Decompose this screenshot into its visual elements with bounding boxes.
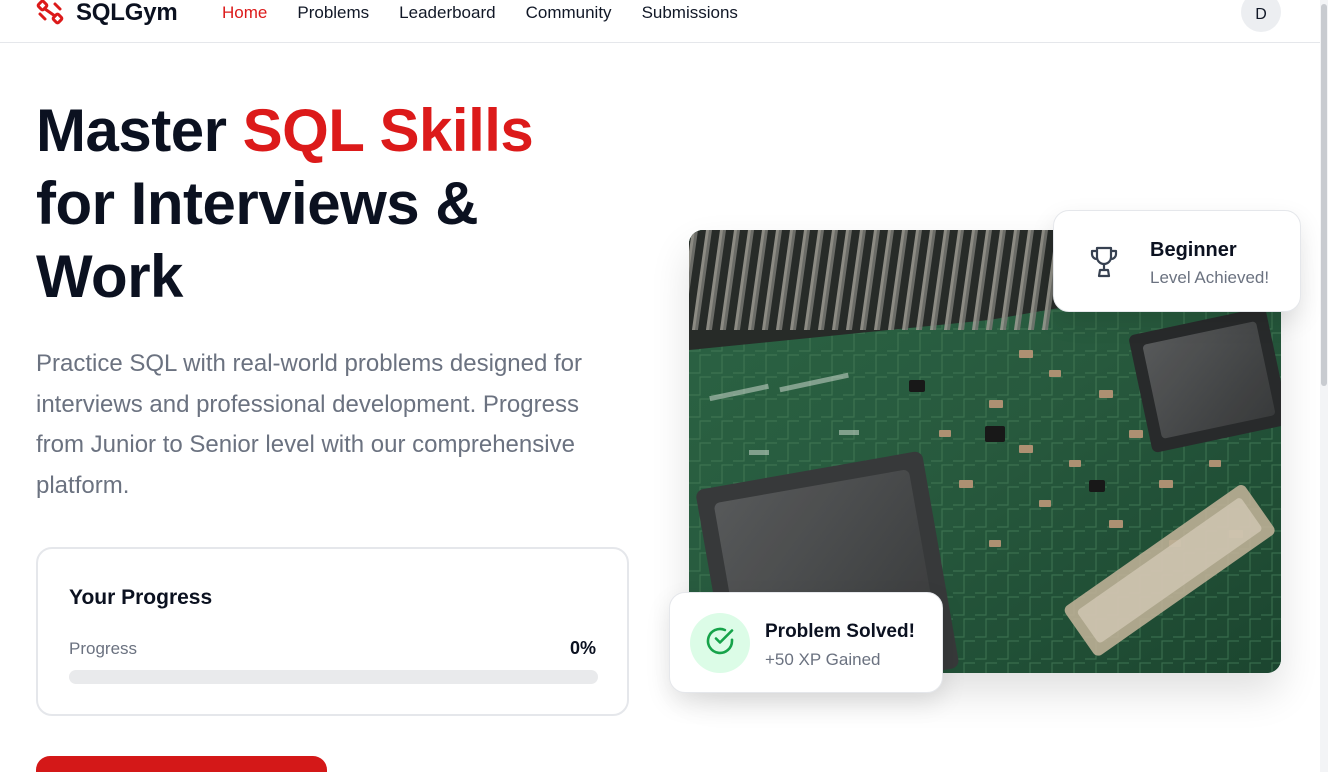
achievement-card: Beginner Level Achieved!: [1053, 210, 1301, 312]
brand-logo[interactable]: SQLGym: [36, 0, 178, 26]
nav-home[interactable]: Home: [222, 3, 267, 23]
solved-subtitle: +50 XP Gained: [765, 650, 881, 669]
nav-submissions[interactable]: Submissions: [642, 3, 738, 23]
hero-title-part1: Master: [36, 97, 243, 164]
primary-cta-button[interactable]: [36, 756, 327, 772]
page-scrollbar[interactable]: [1320, 0, 1328, 772]
achievement-title: Beginner: [1150, 239, 1237, 261]
top-navbar: SQLGym Home Problems Leaderboard Communi…: [0, 0, 1320, 43]
main-nav: Home Problems Leaderboard Community Subm…: [222, 3, 738, 23]
check-badge: [690, 613, 750, 673]
nav-problems[interactable]: Problems: [297, 3, 369, 23]
nav-leaderboard[interactable]: Leaderboard: [399, 3, 495, 23]
progress-bar: [69, 670, 598, 684]
nav-community[interactable]: Community: [526, 3, 612, 23]
achievement-subtitle: Level Achieved!: [1150, 268, 1270, 287]
progress-card-title: Your Progress: [69, 586, 213, 609]
check-circle-icon: [704, 625, 736, 662]
hero-title: Master SQL Skills for Interviews & Work: [36, 94, 636, 313]
hero-title-part2: for Interviews & Work: [36, 170, 479, 310]
user-avatar[interactable]: D: [1241, 0, 1281, 32]
dumbbell-icon: [36, 0, 66, 26]
solved-title: Problem Solved!: [765, 621, 915, 642]
problem-solved-card: Problem Solved! +50 XP Gained: [669, 592, 943, 693]
trophy-icon: [1088, 245, 1120, 279]
progress-card: Your Progress Progress 0%: [36, 547, 629, 716]
progress-percent: 0%: [569, 638, 596, 658]
hero-description: Practice SQL with real-world problems de…: [36, 350, 583, 500]
progress-label: Progress: [69, 639, 138, 658]
scrollbar-thumb[interactable]: [1321, 4, 1327, 386]
brand-name: SQLGym: [76, 0, 178, 26]
hero-title-accent: SQL Skills: [242, 97, 534, 164]
